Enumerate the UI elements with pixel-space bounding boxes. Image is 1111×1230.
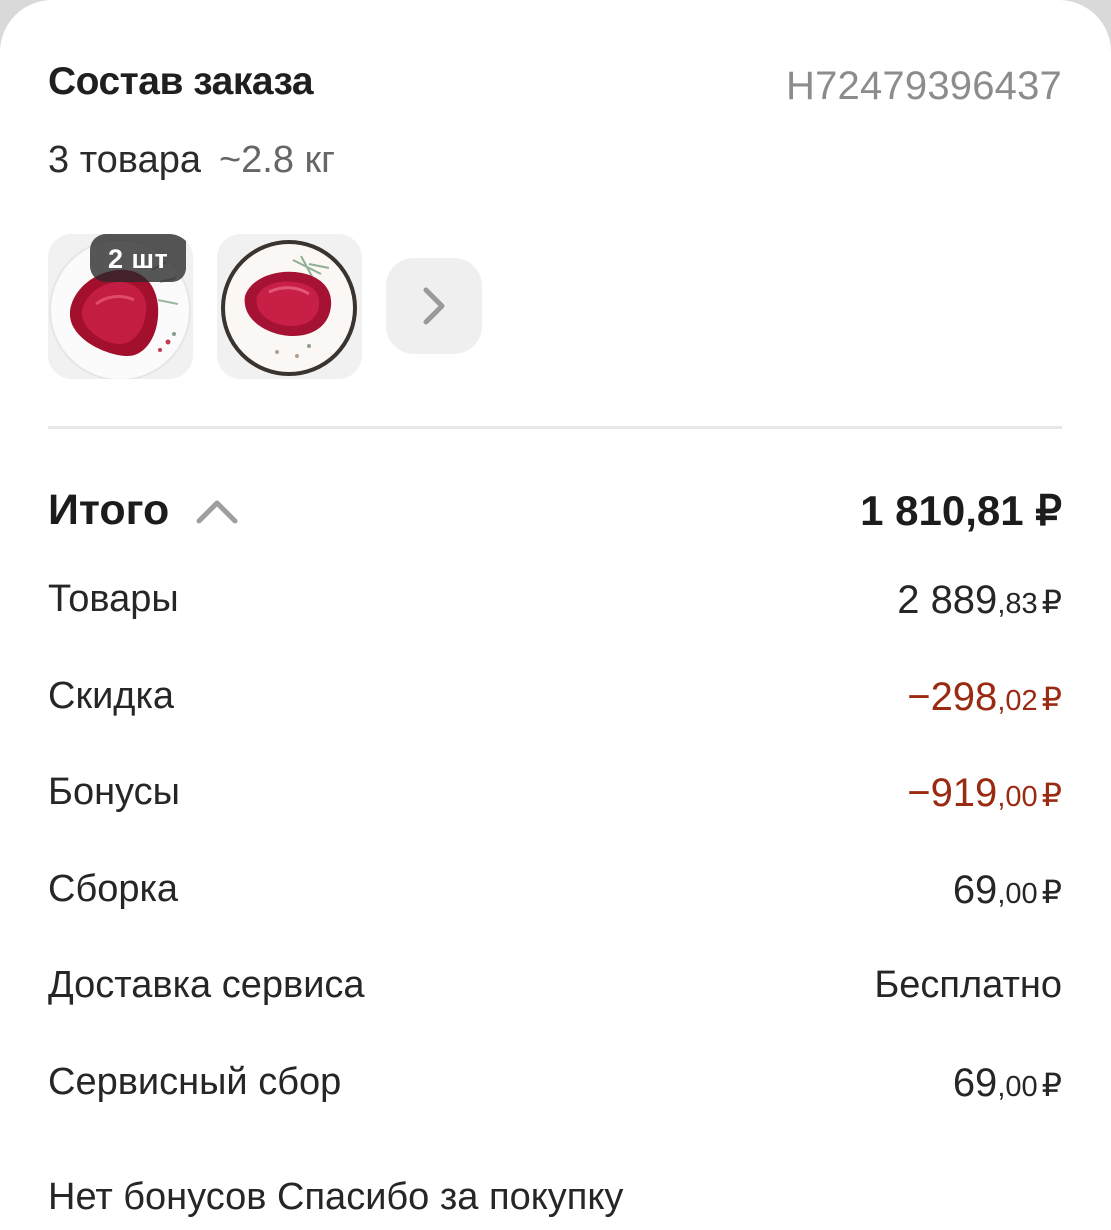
row-label: Сборка (48, 867, 179, 910)
price-breakdown: Товары 2 889,83 ₽ Скидка −298,02 ₽ Бонусы … (48, 578, 1062, 1157)
amount-minor: ,00 (997, 781, 1038, 813)
row-amount: −298,02 ₽ (907, 675, 1062, 720)
breakdown-row-service-fee: Сервисный сбор 69,00 ₽ (48, 1061, 1062, 1158)
currency-sign: ₽ (1041, 584, 1062, 620)
row-amount: 69,00 ₽ (953, 1061, 1062, 1106)
row-amount: 69,00 ₽ (953, 868, 1062, 913)
amount-major: 69 (952, 867, 998, 912)
currency-sign: ₽ (1041, 873, 1062, 910)
currency-sign: ₽ (1041, 680, 1062, 717)
row-label: Бонусы (48, 771, 180, 813)
order-weight: ~2.8 кг (218, 139, 336, 181)
items-count: 3 товара (48, 139, 201, 181)
order-header: Состав заказа H72479396437 (48, 54, 1062, 124)
row-amount: Бесплатно (874, 964, 1062, 1006)
row-label: Товары (48, 578, 179, 620)
amount-minor: ,02 (997, 684, 1038, 717)
order-details-sheet: Состав заказа H72479396437 3 товара ~2.8 … (0, 0, 1111, 1230)
row-label: Доставка сервиса (48, 964, 365, 1006)
product-thumbnail-2[interactable] (217, 234, 362, 379)
total-row: Итого 1 810,81 ₽ (48, 486, 1062, 542)
section-divider (48, 426, 1062, 429)
amount-minor: ,00 (997, 1070, 1038, 1103)
chevron-right-icon (423, 287, 445, 325)
total-amount: 1 810,81 ₽ (860, 487, 1062, 534)
amount-minor: ,83 (997, 588, 1038, 620)
amount-major: 69 (952, 1060, 998, 1105)
amount-major: 2 889 (897, 578, 998, 622)
chevron-up-icon (196, 500, 238, 523)
order-composition-title: Состав заказа (48, 60, 314, 103)
order-number: H72479396437 (786, 64, 1062, 108)
quantity-badge: 2 шт (90, 234, 187, 282)
order-meta: 3 товара ~2.8 кг (48, 139, 335, 182)
total-toggle[interactable]: Итого (48, 486, 239, 535)
breakdown-row-discount: Скидка −298,02 ₽ (48, 675, 1062, 772)
breakdown-row-assembly: Сборка 69,00 ₽ (48, 868, 1062, 965)
more-products-button[interactable] (386, 258, 482, 354)
row-amount: −919,00 ₽ (907, 771, 1062, 816)
breakdown-row-bonuses: Бонусы −919,00 ₽ (48, 771, 1062, 868)
row-amount: 2 889,83 ₽ (897, 578, 1062, 623)
row-label: Сервисный сбор (48, 1060, 342, 1103)
amount-minor: ,00 (997, 877, 1038, 910)
amount-major: −919 (907, 771, 998, 815)
row-label: Скидка (48, 674, 175, 717)
total-label: Итого (48, 486, 170, 534)
meat-chunk-image (217, 234, 362, 379)
breakdown-row-delivery: Доставка сервиса Бесплатно (48, 964, 1062, 1061)
product-thumbnail-1[interactable]: 2 шт (48, 234, 193, 379)
bonus-note: Нет бонусов Спасибо за покупку (48, 1176, 624, 1218)
currency-sign: ₽ (1041, 1066, 1062, 1103)
currency-sign: ₽ (1041, 777, 1062, 813)
breakdown-row-goods: Товары 2 889,83 ₽ (48, 578, 1062, 675)
amount-major: −298 (907, 674, 998, 719)
